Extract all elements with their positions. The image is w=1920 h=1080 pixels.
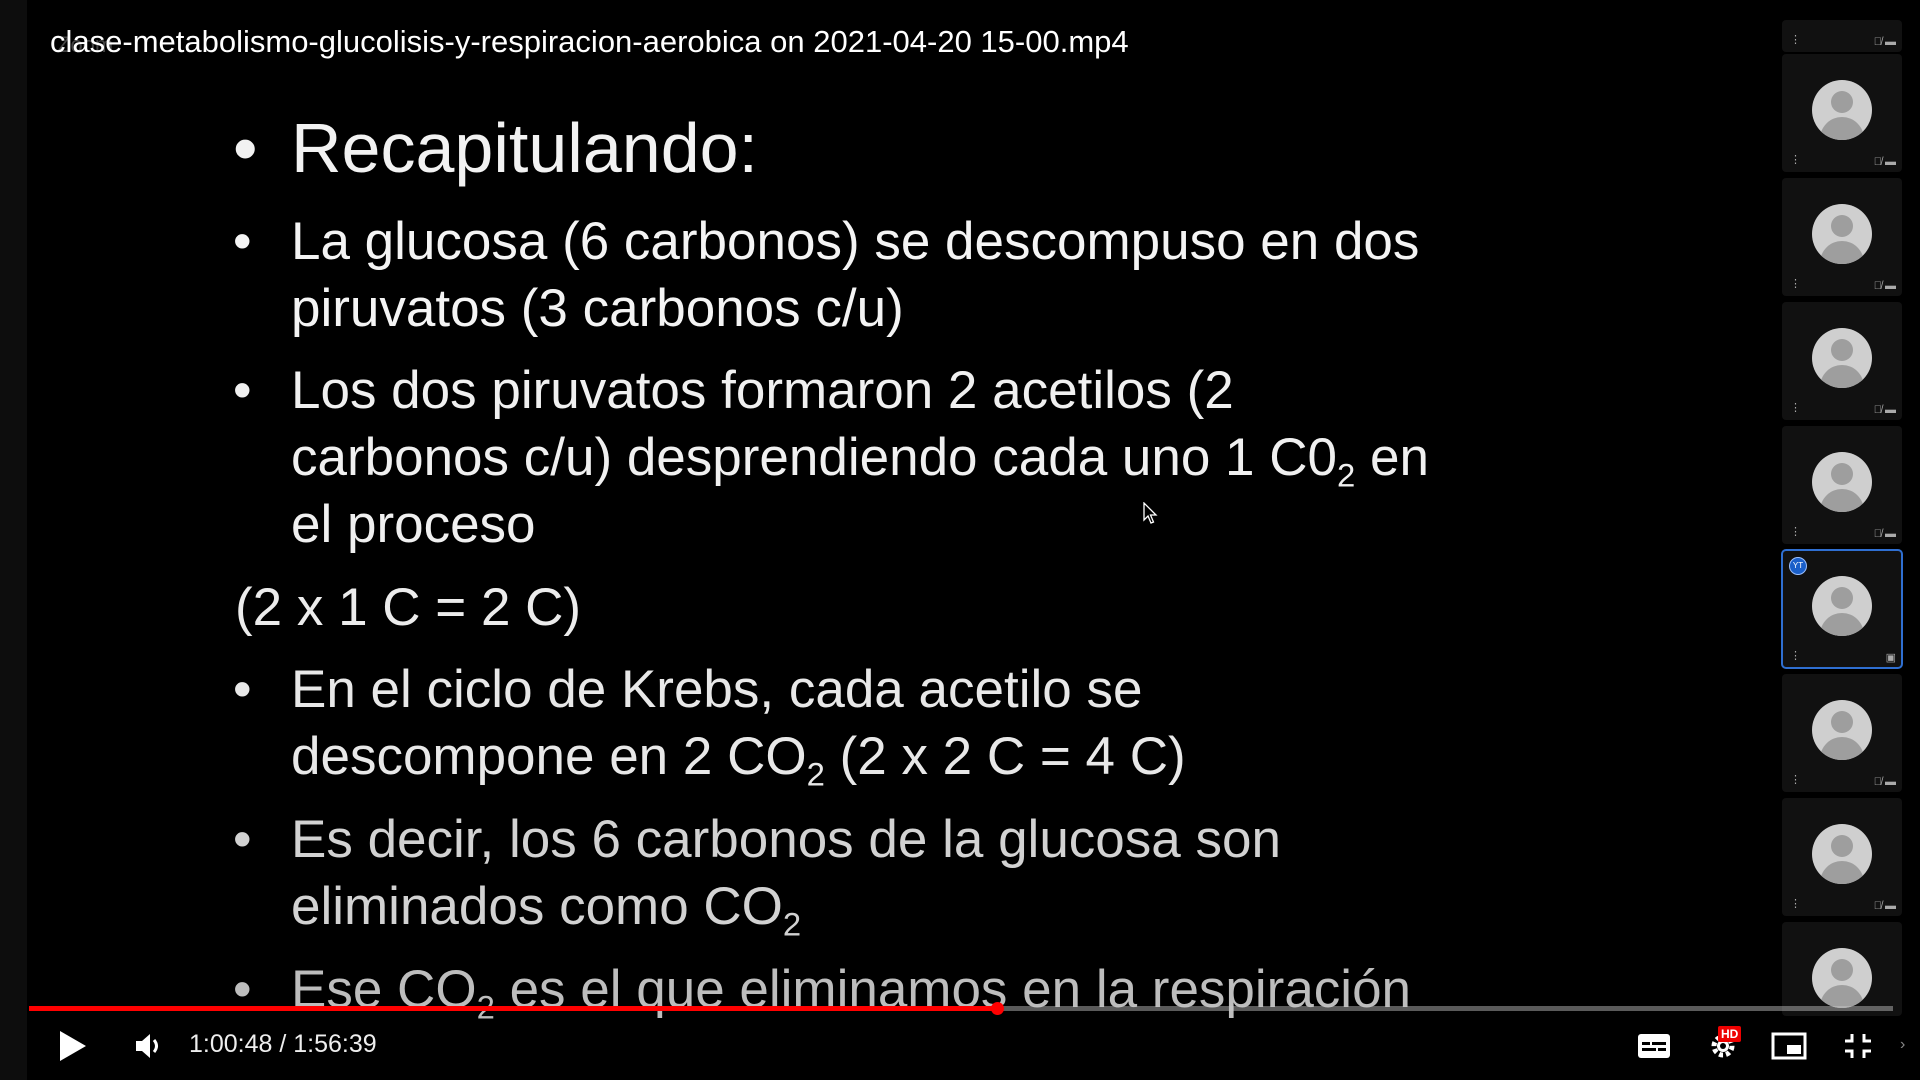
- participant-tile[interactable]: ⋮ 🎙̸ ▬: [1782, 302, 1902, 420]
- avatar: [1812, 80, 1872, 140]
- avatar: [1812, 700, 1872, 760]
- subscript: 2: [1337, 456, 1356, 494]
- more-icon[interactable]: ⋮: [1790, 651, 1801, 662]
- muted-icons: 🎙̸ ▬: [1873, 776, 1896, 788]
- subscript: 2: [806, 755, 825, 793]
- subscript: 2: [782, 905, 802, 943]
- more-icon[interactable]: ⋮: [1790, 899, 1801, 910]
- calculation-note: (2 x 1 C = 2 C): [235, 578, 582, 637]
- progress-played: [29, 1006, 998, 1011]
- avatar: [1812, 576, 1872, 636]
- heading-text: Recapitulando:: [291, 109, 758, 187]
- subtitles-icon[interactable]: [1637, 1032, 1671, 1060]
- participant-tile-active[interactable]: YT ⋮ ▣: [1781, 549, 1903, 669]
- bullet-dot: •: [233, 109, 258, 187]
- muted-icons: 🎙̸ ▬: [1873, 156, 1896, 168]
- participant-sidebar: ⋮ 🎙̸ ▬ ⋮ 🎙̸ ▬ ⋮ 🎙̸ ▬ ⋮ 🎙̸ ▬ ⋮ 🎙̸ ▬ YT ⋮ …: [1757, 0, 1920, 1080]
- text-run: descompone en 2 CO: [291, 727, 807, 786]
- bullet-text: Los dos piruvatos formaron 2 acetilos (2…: [291, 357, 1429, 558]
- participant-tile[interactable]: ⋮ 🎙̸ ▬: [1782, 674, 1902, 792]
- progress-bar[interactable]: [29, 1002, 1893, 1015]
- slide-heading: • Recapitulando:: [233, 108, 758, 188]
- bullet-dot: •: [233, 660, 252, 719]
- text-run: en: [1355, 428, 1429, 487]
- time-display: 1:00:48 / 1:56:39: [189, 1030, 377, 1058]
- muted-icons: 🎙̸ ▬: [1873, 900, 1896, 912]
- muted-icons: 🎙̸ ▬: [1873, 280, 1896, 292]
- hd-badge: HD: [1718, 1026, 1742, 1042]
- screen-share-icon: ▣: [1885, 652, 1896, 664]
- text-run: carbonos c/u) desprendiendo cada uno 1 C…: [291, 428, 1337, 487]
- bullet-line: En el ciclo de Krebs, cada acetilo se: [291, 660, 1143, 719]
- more-icon[interactable]: ⋮: [1790, 279, 1801, 290]
- bullet-line: eliminados como CO2: [291, 877, 801, 940]
- bullet-dot: •: [233, 810, 252, 869]
- avatar: [1812, 452, 1872, 512]
- muted-icons: 🎙̸ ▬: [1873, 36, 1896, 48]
- bullet-line: piruvatos (3 carbonos c/u): [291, 279, 904, 338]
- bullet-line: Los dos piruvatos formaron 2 acetilos (2: [291, 361, 1234, 420]
- bullet-line: La glucosa (6 carbonos) se descompuso en…: [291, 212, 1420, 271]
- bullet-line: el proceso: [291, 495, 536, 554]
- bullet-dot: •: [233, 212, 252, 271]
- avatar: [1812, 824, 1872, 884]
- participant-tile[interactable]: ⋮ 🎙̸ ▬: [1782, 20, 1902, 52]
- bullet-dot: •: [233, 361, 252, 420]
- left-edge-strip: [0, 0, 27, 1080]
- avatar: [1812, 204, 1872, 264]
- exit-fullscreen-icon[interactable]: [1843, 1032, 1873, 1060]
- text-run: eliminados como CO: [291, 877, 783, 936]
- more-icon[interactable]: ⋮: [1790, 155, 1801, 166]
- chevron-right-icon[interactable]: ›: [1900, 1036, 1905, 1054]
- bullet-text: En el ciclo de Krebs, cada acetilo se de…: [291, 656, 1186, 790]
- bullet-line: descompone en 2 CO2 (2 x 2 C = 4 C): [291, 727, 1186, 790]
- bullet-text: Es decir, los 6 carbonos de la glucosa s…: [291, 806, 1281, 940]
- participant-tile[interactable]: ⋮ 🎙̸ ▬: [1782, 54, 1902, 172]
- participant-tile[interactable]: ⋮ 🎙̸ ▬: [1782, 798, 1902, 916]
- host-badge-icon: YT: [1789, 557, 1807, 575]
- more-icon[interactable]: ⋮: [1790, 775, 1801, 786]
- muted-icons: 🎙̸ ▬: [1873, 528, 1896, 540]
- bullet-line: carbonos c/u) desprendiendo cada uno 1 C…: [291, 428, 1429, 491]
- more-icon[interactable]: ⋮: [1790, 403, 1801, 414]
- participant-tile[interactable]: [1782, 922, 1902, 1016]
- participant-tile[interactable]: ⋮ 🎙̸ ▬: [1782, 178, 1902, 296]
- more-icon[interactable]: ⋮: [1790, 35, 1801, 46]
- mouse-cursor-icon: [1143, 502, 1158, 524]
- muted-icons: 🎙̸ ▬: [1873, 404, 1896, 416]
- play-icon[interactable]: [58, 1029, 88, 1063]
- text-run: (2 x 2 C = 4 C): [824, 727, 1186, 786]
- bullet-text: La glucosa (6 carbonos) se descompuso en…: [291, 208, 1419, 342]
- more-icon[interactable]: ⋮: [1790, 527, 1801, 538]
- volume-icon[interactable]: [133, 1030, 165, 1062]
- player-controls: 1:00:48 / 1:56:39 HD ›: [0, 1012, 1920, 1080]
- video-frame[interactable]: Zoom clase-metabolismo-glucolisis-y-resp…: [27, 0, 1754, 1080]
- miniplayer-icon[interactable]: [1771, 1032, 1807, 1060]
- bullet-line: Es decir, los 6 carbonos de la glucosa s…: [291, 810, 1281, 869]
- participant-tile[interactable]: ⋮ 🎙̸ ▬: [1782, 426, 1902, 544]
- slide-content: • Recapitulando: • La glucosa (6 carbonos…: [27, 0, 1754, 1080]
- avatar: [1812, 328, 1872, 388]
- avatar: [1812, 948, 1872, 1008]
